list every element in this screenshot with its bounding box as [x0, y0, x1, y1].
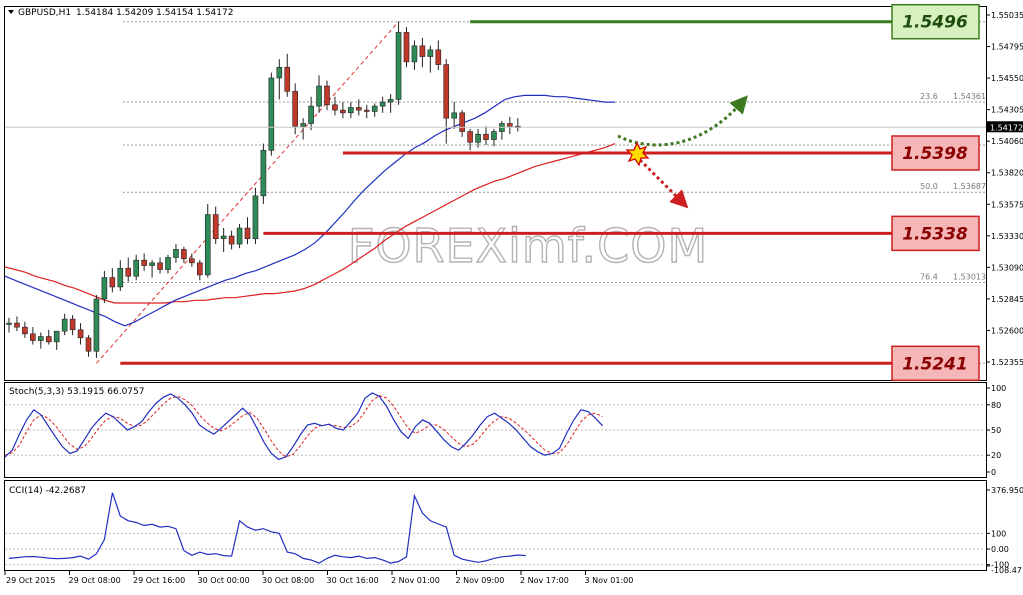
- chart-root: FOREXimf.COM 23.6 1.54361 50.0 1.53687 76.4 1…: [0, 0, 1023, 591]
- current-price-label: 1.54172: [990, 123, 1023, 132]
- price-tick-label: 1.53575: [991, 200, 1023, 209]
- fib-ratio-label: 76.4: [920, 273, 938, 282]
- x-axis-label: 29 Oct 2015: [6, 576, 55, 585]
- price-tick-label: 1.54795: [991, 43, 1023, 52]
- cci-tick-label: 100: [991, 529, 1006, 538]
- price-tick-label: 1.55035: [991, 11, 1023, 20]
- price-tick-label: 1.54550: [991, 74, 1023, 83]
- stoch-title: Stoch(5,3,3) 53.1915 66.0757: [9, 387, 144, 397]
- support-label: 1.5338: [902, 224, 968, 244]
- price-tick-label: 1.52355: [991, 358, 1023, 367]
- price-tick-label: 1.54060: [991, 137, 1023, 146]
- x-axis-label: 30 Oct 16:00: [327, 576, 379, 585]
- stoch-tick-label: 100: [991, 384, 1006, 393]
- cci-tick-label: -108.47: [991, 566, 1022, 575]
- stoch-panel: [4, 382, 987, 478]
- stoch-tick-label: 20: [991, 451, 1001, 460]
- price-panel: [4, 6, 987, 381]
- candle: [93, 294, 100, 358]
- stoch-tick-label: 80: [991, 401, 1001, 410]
- candle: [204, 203, 211, 278]
- candle: [268, 72, 275, 156]
- watermark: FOREXimf.COM: [348, 219, 708, 273]
- x-axis-label: 3 Nov 01:00: [585, 576, 634, 585]
- symbol-label: GBPUSD,H1: [18, 8, 71, 18]
- resistance-label: 1.5496: [902, 13, 968, 33]
- x-axis-label: 2 Nov 17:00: [520, 576, 569, 585]
- x-axis-label: 29 Oct 16:00: [133, 576, 185, 585]
- x-axis-label: 2 Nov 01:00: [391, 576, 440, 585]
- price-tick-label: 1.52845: [991, 295, 1023, 304]
- candle: [260, 143, 267, 204]
- price-tick-label: 1.53330: [991, 232, 1023, 241]
- cci-tick-label: 0.00: [991, 545, 1009, 554]
- price-tick-label: 1.54305: [991, 106, 1023, 115]
- candle: [403, 27, 410, 68]
- x-axis-label: 2 Nov 09:00: [456, 576, 505, 585]
- cci-title: CCI(14) -42.2687: [9, 486, 86, 496]
- fib-price-label: 1.53687: [953, 182, 986, 191]
- fib-ratio-label: 23.6: [920, 92, 938, 101]
- cci-tick-label: 376.950: [991, 486, 1023, 495]
- x-axis-label: 30 Oct 00:00: [198, 576, 250, 585]
- x-axis-label: 29 Oct 08:00: [69, 576, 121, 585]
- support-label: 1.5241: [902, 354, 968, 374]
- fib-price-label: 1.53013: [953, 273, 986, 282]
- stoch-tick-label: 0: [991, 468, 996, 477]
- chart-svg: FOREXimf.COM 23.6 1.54361 50.0 1.53687 76.4 1…: [4, 3, 1023, 585]
- fib-ratio-label: 50.0: [920, 182, 938, 191]
- candle: [395, 21, 402, 105]
- support-label: 1.5398: [902, 144, 968, 164]
- cci-panel: [4, 480, 987, 571]
- price-tick-label: 1.52600: [991, 326, 1023, 335]
- price-tick-label: 1.53820: [991, 169, 1023, 178]
- fib-price-label: 1.54361: [953, 92, 986, 101]
- ohlc-label: 1.54184 1.54209 1.54154 1.54172: [76, 8, 233, 18]
- price-tick-label: 1.53090: [991, 263, 1023, 272]
- candle: [252, 187, 259, 245]
- x-axis-label: 30 Oct 08:00: [262, 576, 314, 585]
- stoch-tick-label: 50: [991, 426, 1001, 435]
